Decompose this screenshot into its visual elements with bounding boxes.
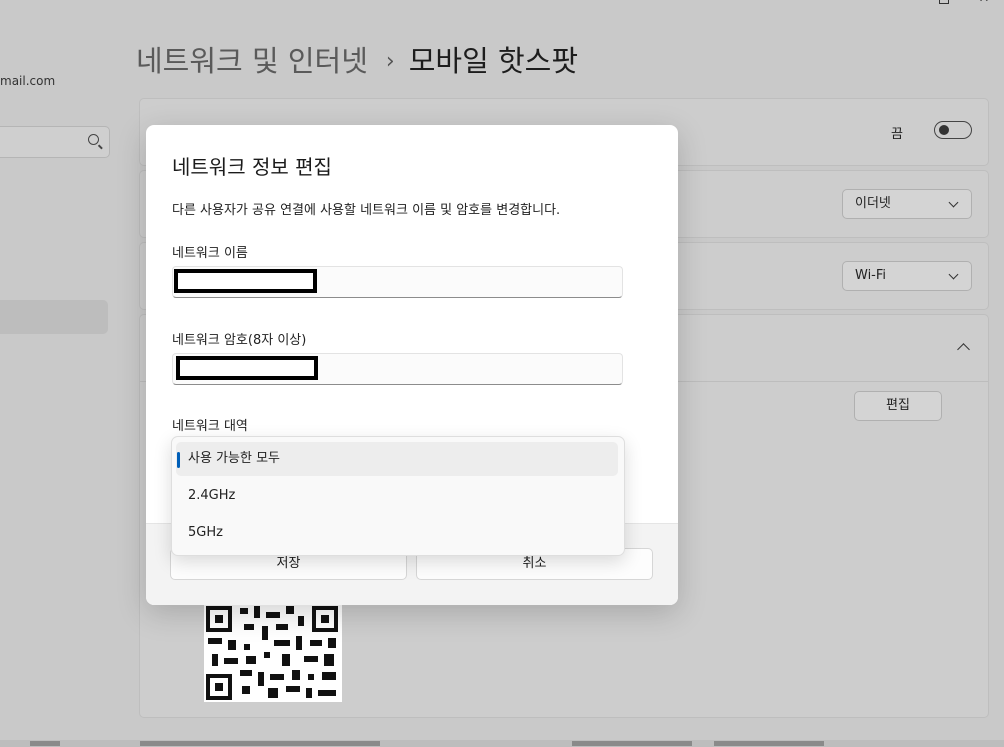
qr-module: [242, 686, 250, 694]
taskbar: [0, 740, 1004, 747]
qr-module: [254, 606, 260, 618]
qr-module: [298, 616, 304, 626]
toggle-knob: [939, 125, 949, 135]
qr-module: [292, 670, 300, 680]
qr-module: [208, 638, 222, 644]
chevron-right-icon: ›: [385, 49, 395, 74]
minimize-button[interactable]: —: [884, 0, 924, 10]
taskbar-item[interactable]: [572, 741, 692, 746]
qr-module: [274, 640, 290, 646]
network-password-label: 네트워크 암호(8자 이상): [172, 333, 307, 348]
taskbar-item[interactable]: [140, 741, 380, 746]
band-option-label: 5GHz: [188, 525, 223, 540]
qr-module: [306, 688, 312, 698]
qr-module: [286, 686, 300, 692]
dialog-title: 네트워크 정보 편집: [172, 155, 332, 179]
toggle-state-label: 끔: [891, 127, 903, 142]
dialog-description: 다른 사용자가 공유 연결에 사용할 네트워크 이름 및 암호를 변경합니다.: [172, 203, 561, 218]
close-button[interactable]: ✕: [964, 0, 1004, 10]
qr-module: [262, 626, 268, 640]
window-controls: — ✕: [884, 0, 1004, 12]
share-over-select[interactable]: Wi-Fi: [842, 261, 972, 291]
taskbar-item[interactable]: [714, 741, 824, 746]
qr-module: [228, 640, 236, 650]
qr-module: [246, 656, 256, 664]
qr-module: [264, 652, 270, 658]
qr-module: [224, 658, 238, 664]
qr-module: [268, 688, 278, 698]
hotspot-toggle[interactable]: [934, 121, 972, 139]
band-option-all[interactable]: 사용 가능한 모두: [176, 442, 618, 476]
network-name-label: 네트워크 이름: [172, 246, 248, 261]
maximize-button[interactable]: [924, 0, 964, 10]
sidebar-item-selected[interactable]: [0, 300, 108, 334]
search-icon: [88, 134, 99, 145]
qr-module: [212, 654, 218, 666]
qr-module: [244, 624, 254, 630]
qr-code: [204, 604, 342, 702]
account-email: mail.com: [0, 74, 56, 88]
redaction-box: [174, 269, 317, 293]
band-option-5ghz[interactable]: 5GHz: [176, 516, 618, 550]
qr-module: [266, 612, 280, 618]
share-from-select[interactable]: 이더넷: [842, 189, 972, 219]
chevron-down-icon: [948, 269, 959, 280]
qr-finder: [206, 606, 232, 632]
share-from-value: 이더넷: [855, 196, 891, 211]
minimize-icon: —: [898, 0, 911, 6]
qr-module: [304, 656, 318, 662]
qr-finder: [312, 606, 338, 632]
qr-module: [286, 606, 294, 614]
qr-module: [244, 644, 250, 650]
band-option-label: 2.4GHz: [188, 488, 236, 503]
breadcrumb-current: 모바일 핫스팟: [408, 44, 579, 78]
chevron-up-icon[interactable]: [957, 343, 970, 356]
selected-marker: [177, 452, 180, 468]
redaction-box: [176, 356, 318, 380]
qr-module: [308, 674, 314, 680]
qr-finder: [206, 674, 232, 700]
qr-module: [276, 624, 288, 630]
qr-module: [240, 608, 248, 614]
qr-module: [322, 672, 336, 680]
qr-module: [282, 654, 290, 666]
search-input[interactable]: [0, 126, 110, 158]
qr-module: [296, 636, 302, 650]
network-name-field[interactable]: [172, 266, 623, 298]
qr-module: [270, 674, 284, 680]
qr-module: [318, 690, 336, 696]
qr-module: [240, 670, 252, 676]
maximize-icon: [939, 0, 949, 4]
network-password-field[interactable]: [172, 353, 623, 385]
close-icon: ✕: [979, 0, 990, 6]
qr-module: [324, 654, 334, 666]
taskbar-item[interactable]: [30, 741, 60, 746]
network-band-dropdown: 사용 가능한 모두 2.4GHz 5GHz: [171, 436, 625, 556]
page-title: 네트워크 및 인터넷 › 모바일 핫스팟: [136, 38, 578, 80]
band-option-2-4ghz[interactable]: 2.4GHz: [176, 479, 618, 513]
qr-module: [310, 640, 322, 646]
breadcrumb-parent[interactable]: 네트워크 및 인터넷: [136, 44, 368, 78]
qr-module: [258, 672, 264, 686]
band-option-label: 사용 가능한 모두: [188, 451, 280, 466]
network-band-label: 네트워크 대역: [172, 419, 248, 434]
chevron-down-icon: [948, 197, 959, 208]
edit-button[interactable]: 편집: [854, 391, 942, 421]
qr-module: [328, 638, 336, 648]
share-over-value: Wi-Fi: [855, 268, 887, 283]
